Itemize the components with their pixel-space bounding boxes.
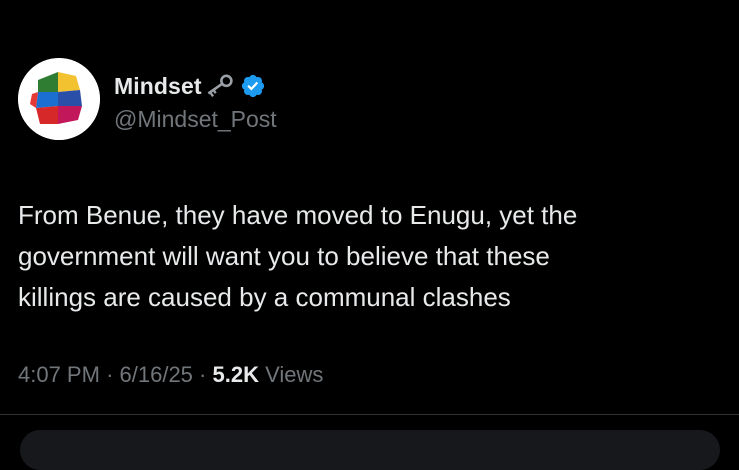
verified-badge-icon[interactable]	[240, 73, 266, 99]
tweet-text: From Benue, they have moved to Enugu, ye…	[18, 200, 578, 312]
bottom-action-bar[interactable]	[20, 430, 720, 470]
meta-separator: ·	[106, 362, 114, 387]
views-count: 5.2K	[212, 362, 259, 387]
views-label: Views	[265, 362, 324, 387]
author-handle[interactable]: @Mindset_Post	[114, 106, 277, 133]
key-icon	[202, 72, 236, 100]
display-name[interactable]: Mindset	[114, 73, 202, 100]
meta-separator: ·	[199, 362, 207, 387]
head-silhouette-logo	[18, 58, 100, 140]
divider	[0, 414, 739, 415]
author-name-row[interactable]: Mindset	[114, 70, 266, 102]
tweet-date[interactable]: 6/16/25	[120, 362, 193, 387]
avatar[interactable]	[18, 58, 100, 140]
tweet-meta: 4:07 PM · 6/16/25 · 5.2K Views	[18, 362, 323, 388]
tweet-time[interactable]: 4:07 PM	[18, 362, 100, 387]
